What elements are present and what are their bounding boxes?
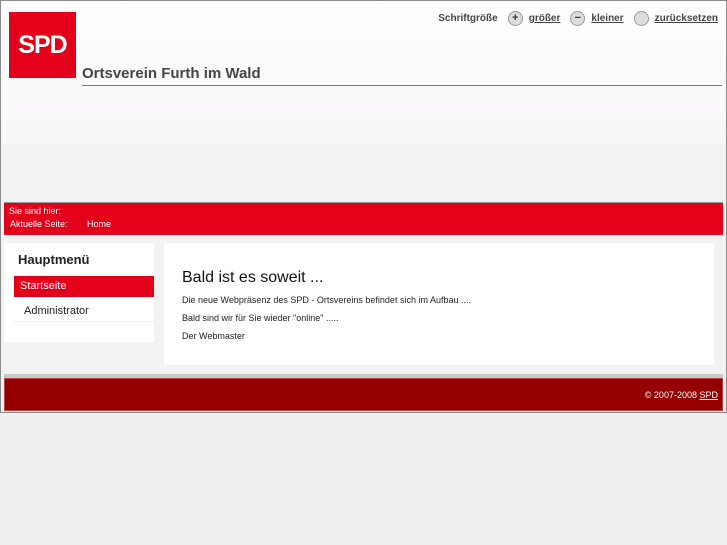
spd-logo[interactable]: SPD [9,12,76,78]
main-content: Bald ist es soweit ... Die neue Webpräse… [164,243,714,365]
reset-icon[interactable] [633,11,649,26]
main-menu-title: Hauptmenü [18,252,90,267]
menu-item-startseite[interactable]: Startseite [14,276,154,297]
breadcrumb-label: Sie sind hier: [9,206,62,216]
footer: © 2007-2008 SPD [4,378,723,411]
copyright-text: © 2007-2008 [644,390,697,400]
font-size-label: Schriftgröße [438,13,498,24]
content-paragraph: Die neue Webpräsenz des SPD - Ortsverein… [182,295,471,305]
page-container: SPD Ortsverein Furth im Wald Schriftgröß… [0,0,727,413]
main-menu: Hauptmenü Startseite Administrator [4,243,154,342]
content-heading: Bald ist es soweit ... [182,269,324,286]
menu-item-administrator[interactable]: Administrator [14,301,154,322]
spd-footer-link[interactable]: SPD [699,390,718,400]
plus-icon[interactable]: + [507,11,523,26]
font-reset-link[interactable]: zurücksetzen [655,13,718,24]
breadcrumb-home[interactable]: Home [87,219,111,229]
breadcrumb-current-label: Aktuelle Seite: [10,219,68,229]
header: SPD Ortsverein Furth im Wald Schriftgröß… [1,1,726,144]
breadcrumb: Sie sind hier: Aktuelle Seite: Home [4,202,723,235]
font-size-controls: Schriftgröße + größer − kleiner zurücksetz… [438,11,718,26]
site-title: Ortsverein Furth im Wald [82,65,722,86]
minus-icon[interactable]: − [570,11,586,26]
content-signature: Der Webmaster [182,331,245,341]
font-smaller-link[interactable]: kleiner [591,13,623,24]
font-bigger-link[interactable]: größer [529,13,561,24]
copyright: © 2007-2008 SPD [645,390,718,400]
content-paragraph: Bald sind wir für Sie wieder "online" ..… [182,313,339,323]
